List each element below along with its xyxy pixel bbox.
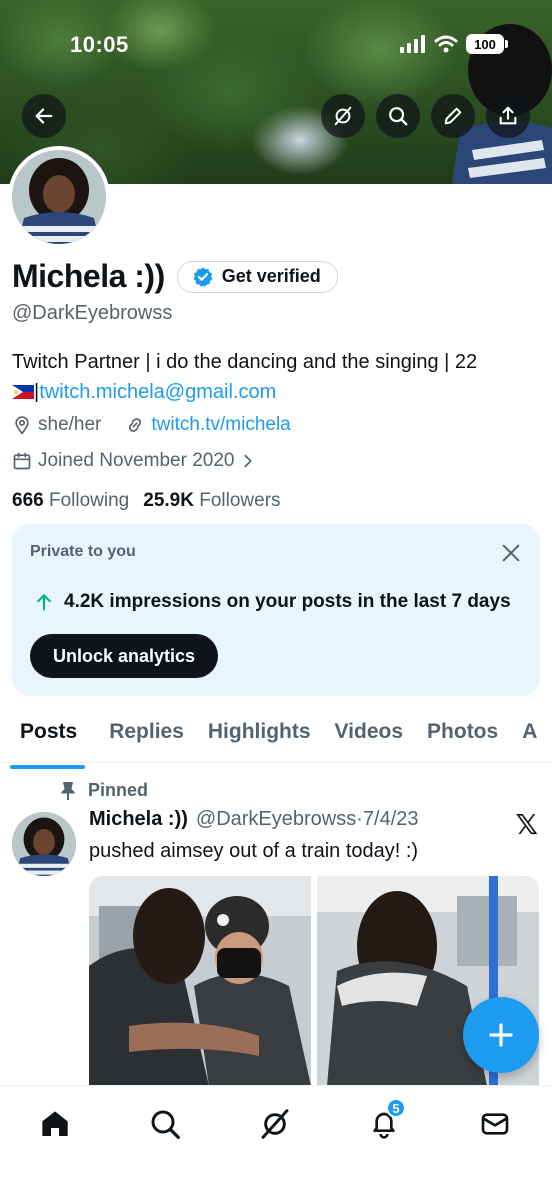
unlock-analytics-button[interactable]: Unlock analytics xyxy=(30,634,219,678)
post-header: Michela :)) @DarkEyebrowss·7/4/23 xyxy=(89,808,419,831)
get-verified-button[interactable]: Get verified xyxy=(176,260,338,293)
post-separator: · xyxy=(356,808,363,830)
location-pin-icon xyxy=(15,416,29,435)
back-arrow-icon xyxy=(35,108,53,124)
avatar-image xyxy=(12,150,106,244)
tab-videos[interactable]: Videos xyxy=(323,708,415,762)
status-icons: 100 xyxy=(400,34,508,54)
followers-count: 25.9K xyxy=(143,490,194,511)
post-avatar-image xyxy=(12,812,76,876)
pin-icon xyxy=(61,781,75,800)
profile-handle: @DarkEyebrowss xyxy=(12,302,173,324)
bottom-navigation: 5 xyxy=(0,1085,552,1200)
link-icon xyxy=(129,418,142,432)
tab-highlights[interactable]: Highlights xyxy=(196,708,323,762)
name-row: Michela :)) Get verified xyxy=(12,258,338,295)
grok-icon xyxy=(261,1109,289,1139)
website-link[interactable]: twitch.tv/michela xyxy=(151,414,290,436)
post-photo-1 xyxy=(89,876,311,1086)
post-author-name[interactable]: Michela :)) xyxy=(89,808,188,831)
x-logo-icon[interactable]: 𝕏 xyxy=(515,808,538,841)
following-link[interactable]: 666 Following xyxy=(12,490,129,512)
nav-notifications[interactable]: 5 xyxy=(364,1098,406,1144)
tab-articles[interactable]: A xyxy=(510,708,549,762)
calendar-icon xyxy=(13,452,31,470)
philippines-flag-icon xyxy=(12,385,34,399)
signal-icon xyxy=(400,35,425,53)
tab-posts[interactable]: Posts xyxy=(0,708,89,769)
profile-avatar[interactable] xyxy=(8,146,110,248)
followers-link[interactable]: 25.9K Followers xyxy=(143,490,280,512)
profile-tabs: Posts Replies Highlights Videos Photos A xyxy=(0,708,552,769)
tab-replies[interactable]: Replies xyxy=(89,708,196,762)
followers-label: Followers xyxy=(199,490,281,511)
search-icon xyxy=(151,1110,180,1139)
battery-icon: 100 xyxy=(466,34,508,54)
profile-meta-location-row: she/her twitch.tv/michela xyxy=(12,414,291,436)
share-button[interactable] xyxy=(486,94,530,138)
joined-date: Joined November 2020 xyxy=(38,450,235,471)
analytics-card: Private to you 4.2K impressions on your … xyxy=(12,524,540,696)
home-icon xyxy=(42,1111,68,1136)
wifi-icon xyxy=(434,35,458,53)
post-media-1[interactable] xyxy=(89,876,311,1086)
get-verified-label: Get verified xyxy=(221,266,321,286)
impressions-stat: 4.2K impressions on your posts in the la… xyxy=(34,591,511,613)
following-count: 666 xyxy=(12,490,44,511)
back-button[interactable] xyxy=(22,94,66,138)
bio-text: Twitch Partner | i do the dancing and th… xyxy=(12,351,478,373)
nav-search[interactable] xyxy=(145,1104,185,1144)
post-date[interactable]: 7/4/23 xyxy=(363,808,419,830)
verified-badge-icon xyxy=(193,266,213,287)
post-author-handle[interactable]: @DarkEyebrowss xyxy=(196,808,356,830)
joined-row[interactable]: Joined November 2020 xyxy=(12,450,256,472)
card-private-label: Private to you xyxy=(30,543,136,560)
impressions-text: 4.2K impressions on your posts in the la… xyxy=(64,591,511,612)
tab-photos[interactable]: Photos xyxy=(415,708,510,762)
search-icon xyxy=(389,107,408,126)
nav-messages[interactable] xyxy=(475,1104,515,1144)
share-icon xyxy=(499,106,517,125)
compose-post-button[interactable] xyxy=(463,997,539,1073)
follow-counts: 666 Following 25.9K Followers xyxy=(12,490,281,512)
search-button[interactable] xyxy=(376,94,420,138)
following-label: Following xyxy=(48,490,130,511)
plus-icon xyxy=(489,1023,513,1047)
bio-email-link[interactable]: twitch.michela@gmail.com xyxy=(39,381,276,403)
chevron-right-icon xyxy=(244,454,253,468)
pinned-label: Pinned xyxy=(88,780,149,800)
post-author-avatar[interactable] xyxy=(12,812,76,876)
pinned-indicator: Pinned xyxy=(60,780,148,801)
pronouns: she/her xyxy=(38,414,102,435)
notification-count-badge: 5 xyxy=(386,1098,406,1118)
nav-grok[interactable] xyxy=(255,1104,295,1144)
edit-button[interactable] xyxy=(431,94,475,138)
close-icon[interactable] xyxy=(500,542,522,564)
arrow-up-icon xyxy=(37,594,51,611)
post-text: pushed aimsey out of a train today! :) xyxy=(89,840,419,862)
nav-home[interactable] xyxy=(35,1104,75,1144)
grok-icon xyxy=(334,106,352,126)
edit-icon xyxy=(444,107,462,125)
display-name: Michela :)) xyxy=(12,258,165,294)
grok-button[interactable] xyxy=(321,94,365,138)
profile-bio: Twitch Partner | i do the dancing and th… xyxy=(12,351,478,403)
messages-icon xyxy=(481,1113,509,1135)
status-time: 10:05 xyxy=(70,32,129,57)
